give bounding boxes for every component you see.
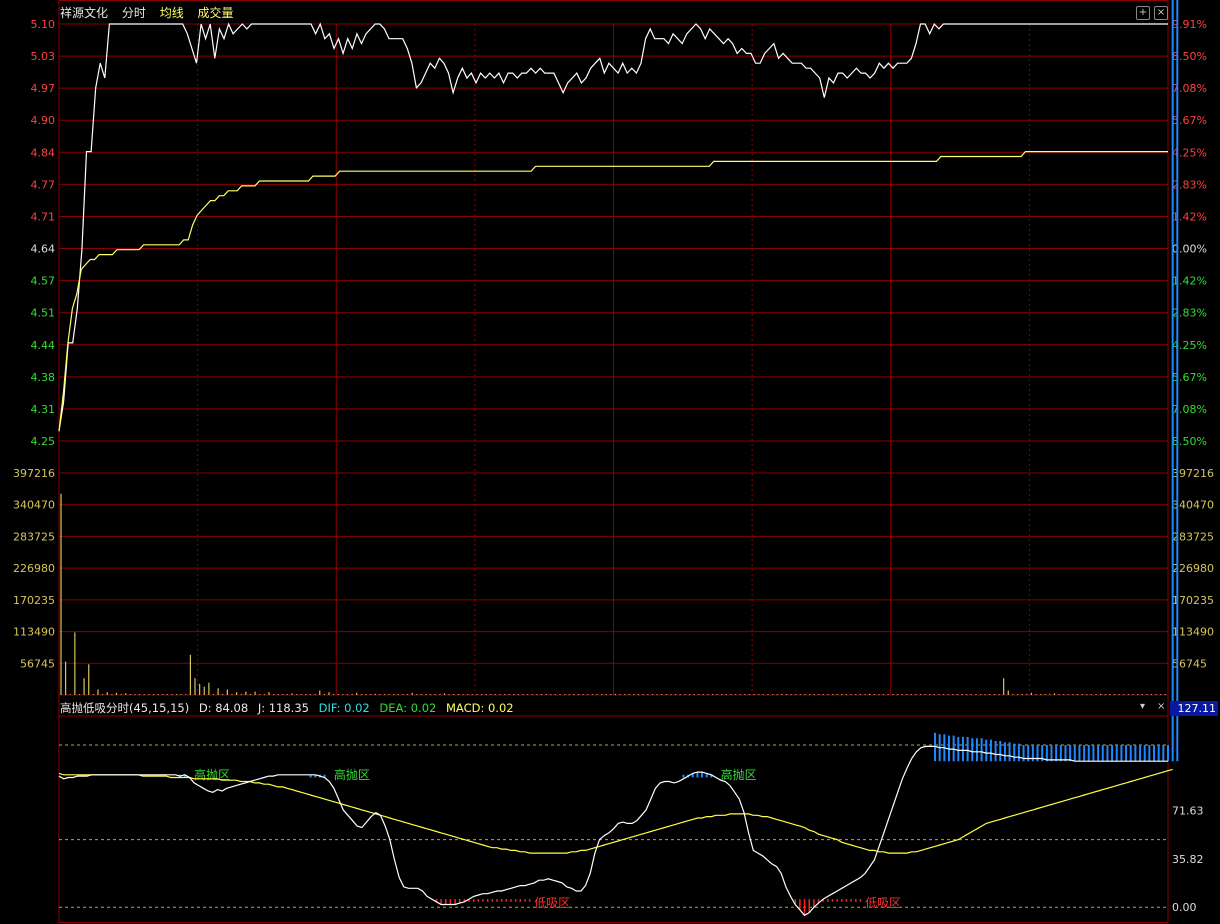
price-tick-label: 4.38 bbox=[31, 371, 56, 384]
volume-tick-label: 397216 bbox=[13, 467, 55, 480]
price-tick-label: 5.03 bbox=[31, 50, 56, 63]
indicator-d: D: 84.08 bbox=[198, 701, 249, 715]
price-tick-label: 4.71 bbox=[31, 210, 56, 223]
price-tick-label: 4.31 bbox=[31, 403, 56, 416]
indicator-tick-label: 35.82 bbox=[1172, 853, 1204, 866]
indicator-name[interactable]: 高抛低吸分时(45,15,15) bbox=[60, 701, 189, 715]
volume-tick-label: 283725 bbox=[13, 530, 55, 543]
volume-tick-label: 113490 bbox=[13, 626, 55, 639]
indicator-header: 高抛低吸分时(45,15,15) D: 84.08 J: 118.35 DIF:… bbox=[60, 700, 520, 716]
zone-label: 高抛区 bbox=[721, 767, 757, 782]
indicator-j: J: 118.35 bbox=[257, 701, 309, 715]
volume-tick-label: 170235 bbox=[13, 594, 55, 607]
close-icon[interactable]: × bbox=[1154, 6, 1168, 20]
add-icon[interactable]: + bbox=[1136, 6, 1150, 20]
volume-tick-label: 56745 bbox=[20, 657, 55, 670]
price-tick-label: 4.25 bbox=[31, 435, 56, 448]
price-tick-label: 5.10 bbox=[31, 18, 56, 31]
zone-label: 低吸区 bbox=[534, 896, 570, 910]
volume-tick-label: 340470 bbox=[13, 499, 55, 512]
indicator-value-badge: 127.11 bbox=[1170, 701, 1218, 716]
zone-label: 低吸区 bbox=[865, 896, 901, 910]
indicator-close-icon[interactable]: × bbox=[1157, 701, 1165, 712]
signal-line-j bbox=[58, 768, 1173, 854]
stock-name[interactable]: 祥源文化 bbox=[60, 6, 108, 20]
indicator-dif: DIF: 0.02 bbox=[318, 701, 370, 715]
volume-tick-label: 226980 bbox=[13, 562, 55, 575]
price-tick-label: 4.44 bbox=[31, 339, 56, 352]
price-tick-label: 4.90 bbox=[31, 114, 56, 127]
price-tick-label: 4.84 bbox=[31, 146, 56, 159]
zone-label: 高抛区 bbox=[194, 767, 230, 782]
chart-header: 祥源文化 分时 均线 成交量 bbox=[60, 4, 244, 22]
sell-zone bbox=[934, 0, 1179, 762]
indicator-macd: MACD: 0.02 bbox=[445, 701, 514, 715]
price-tick-label: 4.57 bbox=[31, 275, 56, 288]
price-tick-label: 4.51 bbox=[31, 307, 56, 320]
chart-canvas[interactable]: 5.10 9.91%5.03 8.50%4.97 7.08%4.90 5.67%4.84… bbox=[0, 0, 1220, 924]
indicator-tick-label: 0.00 bbox=[1172, 901, 1197, 914]
price-tick-label: 4.64 bbox=[31, 243, 56, 256]
zone-label: 高抛区 bbox=[334, 767, 370, 782]
collapse-icon[interactable]: ▾ bbox=[1140, 701, 1145, 712]
mode-label[interactable]: 分时 bbox=[122, 6, 146, 20]
indicator-tick-label: 71.63 bbox=[1172, 804, 1204, 817]
buy-zone bbox=[435, 899, 531, 905]
price-tick-label: 4.97 bbox=[31, 82, 56, 95]
price-tick-label: 4.77 bbox=[31, 178, 56, 191]
indicator-dea: DEA: 0.02 bbox=[379, 701, 437, 715]
avg-line-label[interactable]: 均线 bbox=[160, 6, 184, 20]
volume-label[interactable]: 成交量 bbox=[198, 6, 234, 20]
